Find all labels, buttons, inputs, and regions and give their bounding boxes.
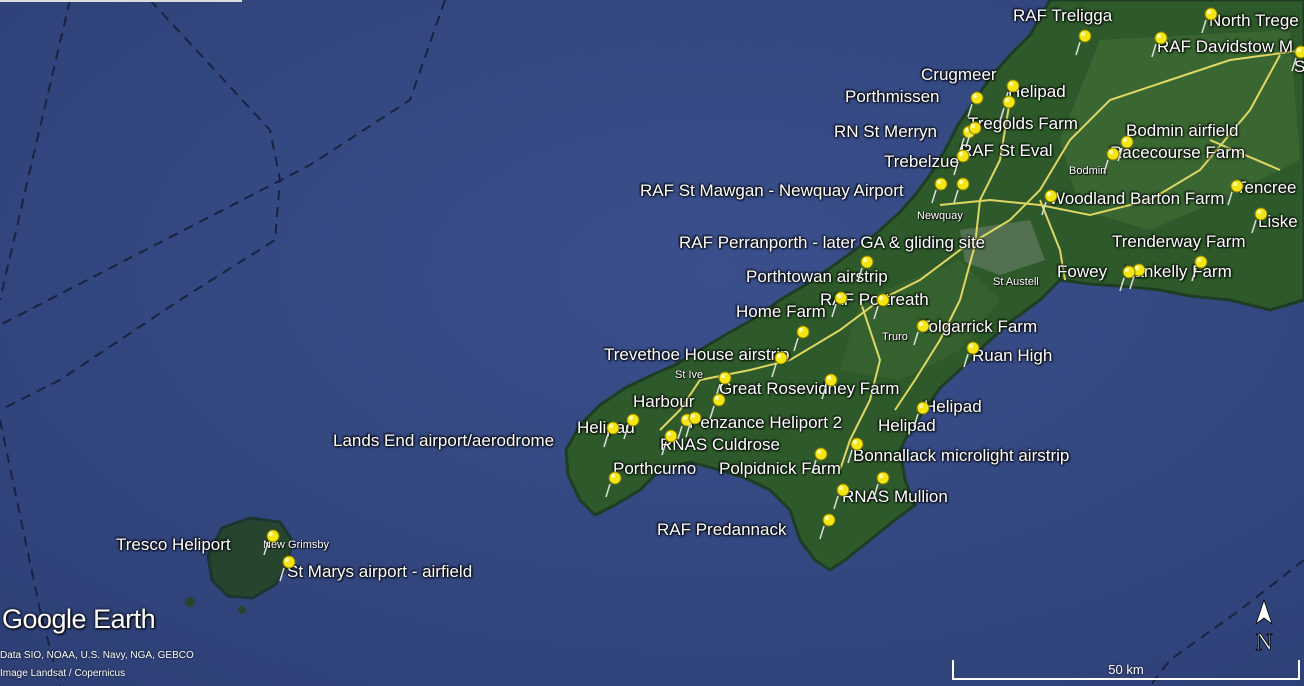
pushpin-icon[interactable] bbox=[872, 470, 892, 498]
pushpin-icon[interactable] bbox=[1290, 44, 1304, 72]
pushpin-icon[interactable] bbox=[846, 436, 866, 464]
north-compass-icon[interactable]: N bbox=[1248, 598, 1280, 654]
scale-label: 50 km bbox=[1108, 662, 1144, 677]
place-label[interactable]: Porthmissen bbox=[845, 88, 939, 105]
pushpin-icon[interactable] bbox=[1074, 28, 1094, 56]
town-label: Bodmin bbox=[1069, 165, 1107, 177]
scale-bar: 50 km bbox=[952, 660, 1300, 680]
town-label: St Ive bbox=[675, 369, 704, 381]
pushpin-icon[interactable] bbox=[604, 470, 624, 498]
pushpin-icon[interactable] bbox=[262, 528, 282, 556]
data-credit: Data SIO, NOAA, U.S. Navy, NGA, GEBCO bbox=[0, 650, 194, 661]
pushpin-icon[interactable] bbox=[856, 254, 876, 282]
google-earth-logo: Google Earth bbox=[2, 604, 156, 634]
place-label[interactable]: Bodmin airfield bbox=[1126, 122, 1238, 139]
pushpin-icon[interactable] bbox=[1200, 6, 1220, 34]
map-canvas[interactable] bbox=[0, 0, 1304, 686]
pushpin-icon[interactable] bbox=[930, 176, 950, 204]
place-label[interactable]: RAF St Mawgan - Newquay Airport bbox=[640, 182, 904, 199]
place-label[interactable]: Trenderway Farm bbox=[1112, 233, 1246, 250]
place-label[interactable]: Ruan High bbox=[972, 347, 1052, 364]
place-label[interactable]: North Trege bbox=[1209, 12, 1299, 29]
pushpin-icon[interactable] bbox=[962, 340, 982, 368]
pushpin-icon[interactable] bbox=[964, 120, 984, 148]
pushpin-icon[interactable] bbox=[872, 292, 892, 320]
place-label[interactable]: Fowey bbox=[1057, 263, 1107, 280]
place-label[interactable]: Trevethoe House airstrip bbox=[604, 346, 790, 363]
pushpin-icon[interactable] bbox=[952, 176, 972, 204]
pushpin-icon[interactable] bbox=[602, 420, 622, 448]
compass-label: N bbox=[1255, 630, 1272, 654]
pushpin-icon[interactable] bbox=[830, 290, 850, 318]
town-label: Truro bbox=[882, 331, 908, 343]
pushpin-icon[interactable] bbox=[1190, 254, 1210, 282]
place-label[interactable]: Helipad bbox=[924, 398, 982, 415]
pushpin-icon[interactable] bbox=[1118, 264, 1138, 292]
pushpin-icon[interactable] bbox=[278, 554, 298, 582]
pushpin-icon[interactable] bbox=[1040, 188, 1060, 216]
islet bbox=[238, 606, 246, 614]
place-label[interactable]: RN St Merryn bbox=[834, 123, 937, 140]
place-label[interactable]: Trebelzue bbox=[884, 153, 959, 170]
place-label[interactable]: RAF Davidstow M bbox=[1157, 38, 1293, 55]
imagery-credit: Image Landsat / Copernicus bbox=[0, 668, 126, 679]
pushpin-icon[interactable] bbox=[912, 318, 932, 346]
pushpin-icon[interactable] bbox=[684, 410, 704, 438]
pushpin-icon[interactable] bbox=[810, 446, 830, 474]
place-label[interactable]: Tresco Heliport bbox=[116, 536, 231, 553]
place-label[interactable]: Woodland Barton Farm bbox=[1049, 190, 1224, 207]
pushpin-icon[interactable] bbox=[832, 482, 852, 510]
place-label[interactable]: Home Farm bbox=[736, 303, 826, 320]
place-label[interactable]: Great Rosevidney Farm bbox=[719, 380, 899, 397]
place-label[interactable]: Porthcurno bbox=[613, 460, 696, 477]
place-label[interactable]: RAF Treligga bbox=[1013, 7, 1112, 24]
top-bar bbox=[0, 0, 242, 2]
pushpin-icon[interactable] bbox=[952, 148, 972, 176]
town-label: St Austell bbox=[993, 276, 1039, 288]
place-label[interactable]: Tolgarrick Farm bbox=[920, 318, 1037, 335]
place-label[interactable]: RAF Perranporth - later GA & gliding sit… bbox=[679, 234, 985, 251]
pushpin-icon[interactable] bbox=[622, 412, 642, 440]
pushpin-icon[interactable] bbox=[1226, 178, 1246, 206]
place-label[interactable]: Bonnallack microlight airstrip bbox=[853, 447, 1069, 464]
pushpin-icon[interactable] bbox=[770, 350, 790, 378]
place-label[interactable]: Crugmeer bbox=[921, 66, 997, 83]
pushpin-icon[interactable] bbox=[1150, 30, 1170, 58]
place-label[interactable]: RNAS Mullion bbox=[842, 488, 948, 505]
town-label: Newquay bbox=[917, 210, 963, 222]
pushpin-icon[interactable] bbox=[1102, 146, 1122, 174]
pushpin-icon[interactable] bbox=[912, 400, 932, 428]
place-label[interactable]: Lands End airport/aerodrome bbox=[333, 432, 554, 449]
place-label[interactable]: St Marys airport - airfield bbox=[287, 563, 472, 580]
place-label[interactable]: Harbour bbox=[633, 393, 694, 410]
islet bbox=[185, 597, 195, 607]
pushpin-icon[interactable] bbox=[792, 324, 812, 352]
pushpin-icon[interactable] bbox=[998, 94, 1018, 122]
pushpin-icon[interactable] bbox=[1250, 206, 1270, 234]
place-label[interactable]: RAF Predannack bbox=[657, 521, 786, 538]
pushpin-icon[interactable] bbox=[966, 90, 986, 118]
pushpin-icon[interactable] bbox=[708, 392, 728, 420]
pushpin-icon[interactable] bbox=[820, 372, 840, 400]
pushpin-icon[interactable] bbox=[818, 512, 838, 540]
